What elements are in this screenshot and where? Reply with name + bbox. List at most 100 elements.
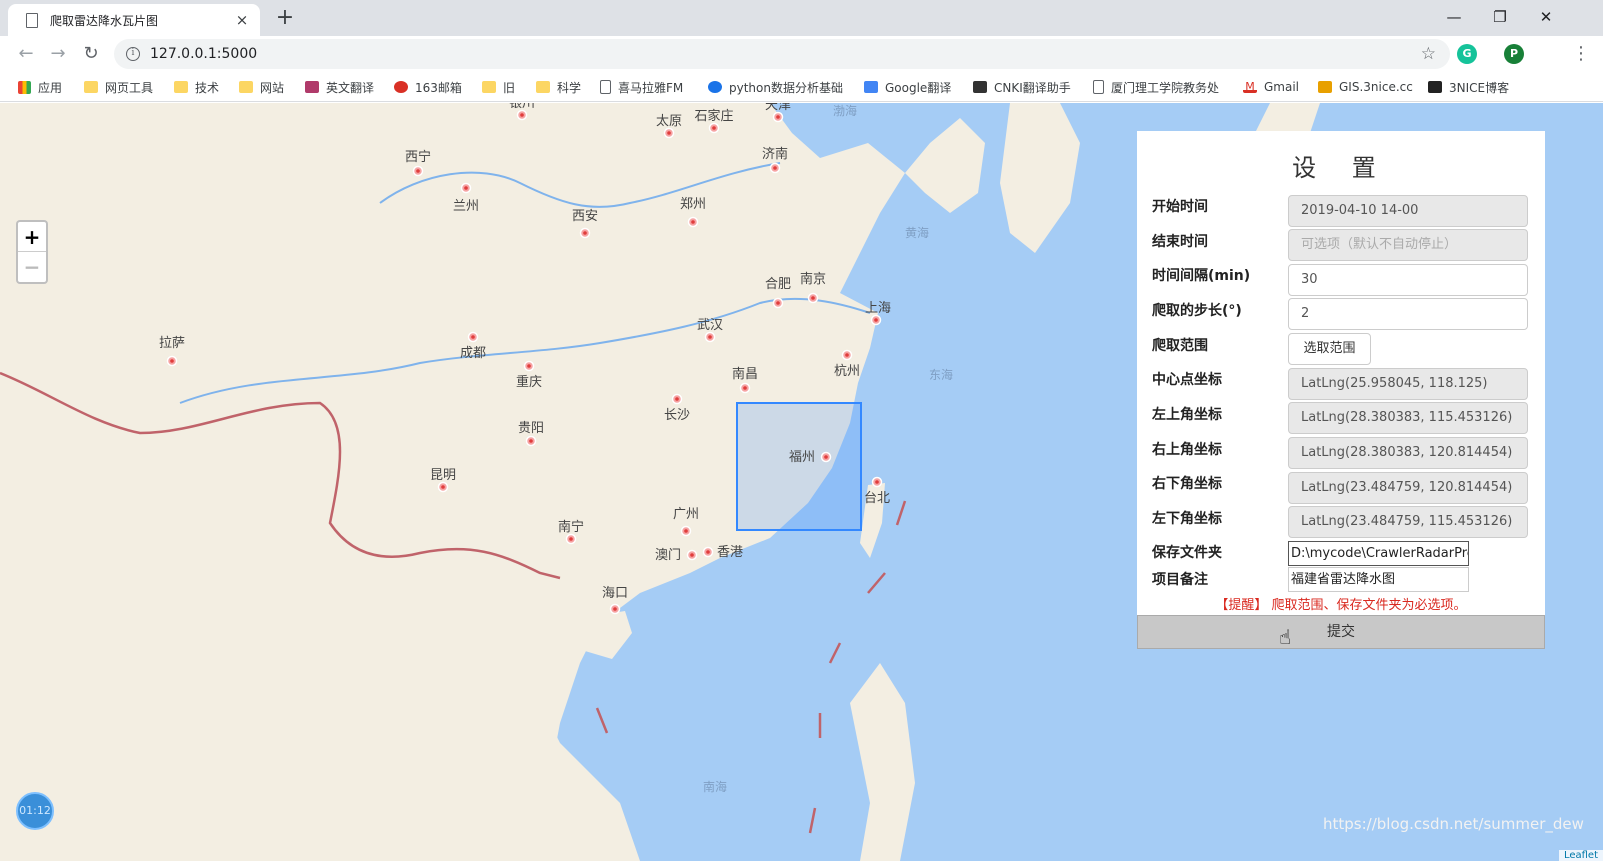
- bookmark-link[interactable]: 163邮箱: [394, 78, 462, 96]
- bookmark-link[interactable]: M Gmail: [1243, 78, 1299, 96]
- city-label: 济南: [762, 146, 788, 162]
- bookmark-link[interactable]: GIS.3nice.cc: [1318, 78, 1413, 96]
- bookmark-link[interactable]: 英文翻译: [305, 78, 374, 96]
- save-folder-input[interactable]: D:\mycode\CrawlerRadarPre: [1288, 541, 1469, 566]
- city-label: 兰州: [453, 199, 479, 214]
- start-time-input[interactable]: 2019-04-10 14-00: [1288, 195, 1528, 227]
- step-label: 爬取的步长(°): [1152, 303, 1242, 319]
- bookmark-link[interactable]: 3NICE博客: [1428, 78, 1509, 96]
- star-icon[interactable]: ☆: [1421, 44, 1436, 64]
- tab-strip: 爬取雷达降水瓦片图 × + — ❐ ✕: [0, 0, 1603, 36]
- grammarly-icon[interactable]: G: [1457, 44, 1477, 64]
- page-icon: [600, 80, 611, 94]
- top-left-coord-field[interactable]: LatLng(28.380383, 115.453126): [1288, 402, 1528, 434]
- bookmark-link[interactable]: 厦门理工学院教务处: [1093, 78, 1219, 96]
- city-marker-dot: [527, 364, 531, 368]
- bookmark-apps[interactable]: 应用: [18, 78, 62, 96]
- bookmark-link[interactable]: 喜马拉雅FM: [600, 78, 683, 96]
- bookmark-icon: [1428, 81, 1442, 93]
- folder-icon: [536, 81, 550, 93]
- city-label: 合肥: [765, 277, 791, 292]
- apps-icon: [18, 80, 31, 94]
- info-icon[interactable]: i: [126, 47, 140, 61]
- bookmark-folder[interactable]: 旧: [482, 78, 515, 96]
- city-label: 上海: [865, 301, 891, 316]
- profile-avatar[interactable]: P: [1504, 44, 1524, 64]
- center-coord-label: 中心点坐标: [1152, 372, 1222, 388]
- zoom-in-button[interactable]: +: [18, 222, 46, 252]
- top-right-coord-field[interactable]: LatLng(28.380383, 120.814454): [1288, 437, 1528, 469]
- city-marker-dot: [471, 335, 475, 339]
- settings-title: 设 置: [1292, 154, 1390, 182]
- city-marker-dot: [776, 301, 780, 305]
- bookmark-folder[interactable]: 科学: [536, 78, 581, 96]
- minimize-button[interactable]: —: [1431, 0, 1477, 34]
- step-input[interactable]: 2: [1288, 298, 1528, 330]
- bookmark-link[interactable]: python数据分析基础: [708, 78, 843, 96]
- bookmark-folder[interactable]: 网页工具: [84, 78, 153, 96]
- range-label: 爬取范围: [1152, 338, 1208, 354]
- tab-title: 爬取雷达降水瓦片图: [50, 13, 159, 28]
- browser-tab[interactable]: 爬取雷达降水瓦片图 ×: [8, 4, 260, 36]
- bookmark-link[interactable]: CNKI翻译助手: [973, 78, 1071, 96]
- center-coord-field[interactable]: LatLng(25.958045, 118.125): [1288, 368, 1528, 400]
- reload-button[interactable]: ↻: [79, 42, 103, 66]
- city-label: 银川: [509, 103, 535, 111]
- city-marker-dot: [706, 550, 710, 554]
- bookmark-folder[interactable]: 网站: [239, 78, 284, 96]
- settings-panel: 设 置 开始时间 2019-04-10 14-00 结束时间 可选项（默认不自动…: [1137, 131, 1545, 615]
- required-warning: 【提醒】 爬取范围、保存文件夹为必选项。: [1215, 598, 1467, 613]
- city-label: 台北: [864, 491, 890, 506]
- map-attribution[interactable]: Leaflet: [1558, 850, 1603, 861]
- zoom-control: + −: [16, 220, 48, 284]
- bookmark-icon: [305, 81, 319, 93]
- bookmark-folder[interactable]: 技术: [174, 78, 219, 96]
- forward-button[interactable]: →: [46, 42, 70, 66]
- city-label: 福州: [789, 450, 815, 465]
- new-tab-button[interactable]: +: [272, 5, 298, 31]
- city-label: 西安: [572, 209, 598, 224]
- bookmarks-bar: 应用 网页工具 技术 网站 英文翻译 163邮箱 旧 科学 喜马拉雅FM pyt…: [0, 72, 1603, 102]
- city-label: 成都: [460, 346, 486, 361]
- browser-toolbar: ← → ↻ i 127.0.0.1:5000 ☆ G P ⋮: [0, 36, 1603, 72]
- watermark: https://blog.csdn.net/summer_dew: [1323, 815, 1584, 833]
- city-label: 南昌: [732, 366, 758, 382]
- submit-button[interactable]: 提交: [1137, 615, 1545, 649]
- url-text: 127.0.0.1:5000: [150, 46, 258, 62]
- page-icon: [1093, 80, 1104, 94]
- maximize-button[interactable]: ❐: [1477, 0, 1523, 34]
- city-label: 武汉: [697, 318, 723, 333]
- city-label: 石家庄: [694, 108, 733, 124]
- back-button[interactable]: ←: [14, 42, 38, 66]
- interval-input[interactable]: 30: [1288, 264, 1528, 296]
- close-window-button[interactable]: ✕: [1523, 0, 1569, 34]
- city-label: 南宁: [558, 519, 584, 535]
- bottom-left-coord-field[interactable]: LatLng(23.484759, 115.453126): [1288, 506, 1528, 538]
- end-time-input[interactable]: 可选项（默认不自动停止）: [1288, 229, 1528, 261]
- zoom-out-button[interactable]: −: [18, 252, 46, 282]
- folder-icon: [174, 81, 188, 93]
- bookmark-link[interactable]: Google翻译: [864, 78, 951, 96]
- bookmark-icon: [1318, 81, 1332, 93]
- address-bar[interactable]: i 127.0.0.1:5000 ☆: [114, 39, 1450, 69]
- city-marker-dot: [708, 335, 712, 339]
- select-range-button[interactable]: 选取范围: [1288, 333, 1371, 365]
- land-korea: [1000, 103, 1080, 253]
- city-label: 天津: [765, 103, 791, 113]
- bottom-right-coord-field[interactable]: LatLng(23.484759, 120.814454): [1288, 472, 1528, 504]
- close-tab-icon[interactable]: ×: [234, 11, 250, 29]
- city-marker-dot: [684, 529, 688, 533]
- selected-range-rect: [736, 402, 862, 531]
- interval-label: 时间间隔(min): [1152, 268, 1251, 284]
- sea-label: 渤海: [833, 103, 857, 118]
- project-note-input[interactable]: 福建省雷达降水图: [1288, 567, 1469, 592]
- gmail-icon: M: [1243, 81, 1257, 93]
- menu-icon[interactable]: ⋮: [1572, 42, 1590, 66]
- land-hainan: [582, 611, 632, 659]
- folder-icon: [482, 81, 496, 93]
- city-label: 太原: [656, 114, 682, 129]
- city-marker-dot: [690, 553, 694, 557]
- folder-icon: [84, 81, 98, 93]
- end-time-label: 结束时间: [1152, 234, 1208, 250]
- bookmark-icon: [864, 81, 878, 93]
